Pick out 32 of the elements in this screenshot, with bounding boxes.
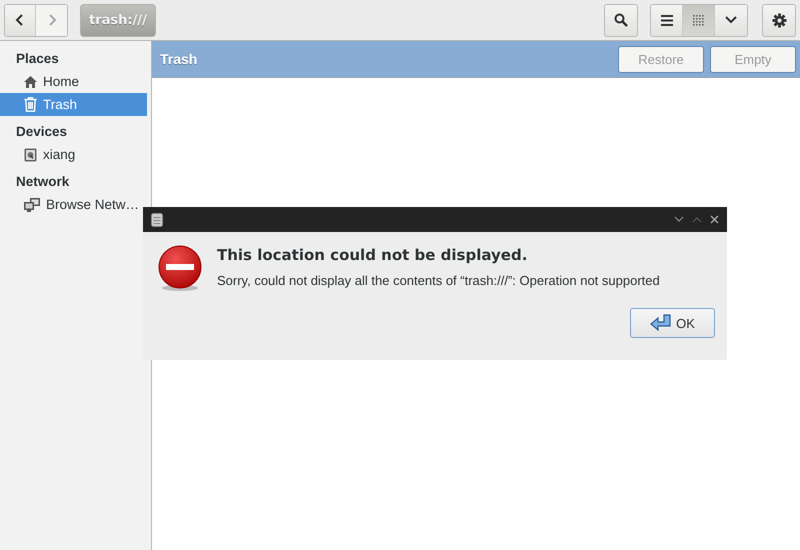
settings-icon [772,12,786,28]
search-icon [614,13,628,27]
enter-arrow-icon [650,314,672,332]
close-icon[interactable] [710,215,719,224]
house-icon [24,76,37,88]
dialog-message: Sorry, could not display all the contents of “trash:///”: Operation not supported [217,273,660,288]
back-button[interactable] [5,4,36,36]
grid-view-button[interactable] [683,4,715,36]
chevron-right-icon [46,14,56,26]
section-heading: Network [15,173,70,191]
chevron-down-icon [725,16,737,24]
error-icon [157,244,203,292]
section-heading: Places [15,50,60,68]
search-button[interactable] [604,4,638,36]
disk-icon [24,148,37,162]
view-menu-button[interactable] [715,4,747,36]
list-icon [660,14,672,26]
network-computers-icon [24,198,40,212]
section-heading: Devices [15,123,68,141]
sidebar-item[interactable]: Home [0,70,147,93]
dialog-heading: This location could not be displayed. [217,246,528,264]
minimize-icon[interactable] [674,216,684,223]
ok-button[interactable]: OK [630,308,715,338]
grid-icon [693,14,704,26]
sidebar-item[interactable]: Browse Netw… [0,193,147,216]
settings-button[interactable] [762,4,796,36]
chevron-left-icon [15,14,25,26]
sidebar-item[interactable]: xiang [0,143,147,166]
trash-icon [24,97,37,112]
list-view-button[interactable] [651,4,683,36]
window-app-icon [151,212,163,226]
folder-title: Trash [160,51,198,67]
